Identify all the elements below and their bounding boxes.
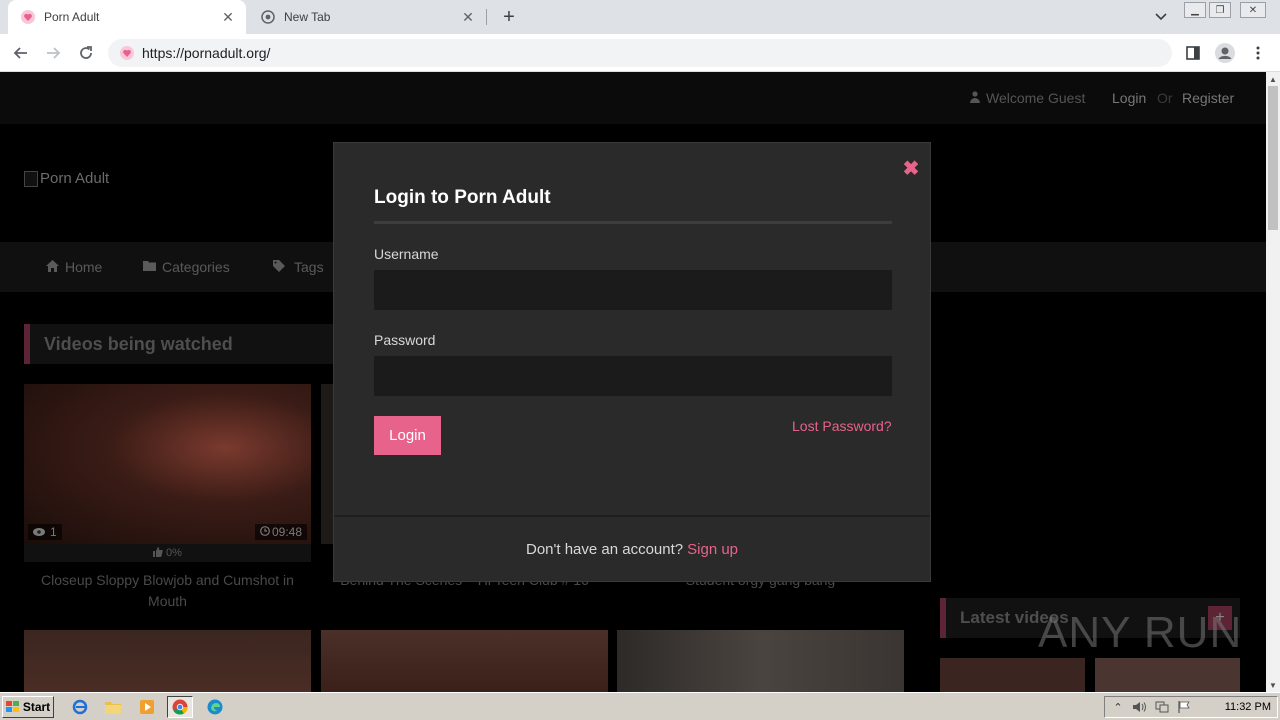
page-scrollbar[interactable]: ▲ ▼ xyxy=(1266,72,1280,692)
signup-prompt: Don't have an account? xyxy=(525,540,684,558)
section-title-videos-watched: Videos being watched xyxy=(24,324,344,364)
anyrun-watermark: ANY RUN xyxy=(1038,608,1242,658)
tab-separator xyxy=(486,9,487,25)
video-rating: 0% xyxy=(24,544,311,562)
start-label: Start xyxy=(22,700,51,714)
rating-value: 0% xyxy=(166,547,182,559)
nav-label: Home xyxy=(65,259,103,275)
reload-button[interactable] xyxy=(73,40,99,66)
internet-explorer-icon[interactable] xyxy=(70,697,90,717)
username-label: Username xyxy=(374,246,439,262)
modal-footer: Don't have an account? Sign up xyxy=(334,515,930,581)
forward-button[interactable] xyxy=(40,40,66,66)
windows-taskbar: Start ⌃ 11:32 PM xyxy=(0,692,1280,720)
video-title[interactable]: Closeup Sloppy Blowjob and Cumshot in Mo… xyxy=(24,570,311,612)
broken-image-icon xyxy=(24,170,38,187)
user-icon xyxy=(970,90,980,106)
system-tray: ⌃ 11:32 PM xyxy=(1104,696,1278,718)
restore-button[interactable]: ❐ xyxy=(1209,2,1231,18)
welcome-label: Welcome Guest xyxy=(986,90,1086,106)
browser-toolbar: https://pornadult.org/ xyxy=(0,34,1280,72)
scroll-down-arrow-icon[interactable]: ▼ xyxy=(1266,678,1280,692)
video-thumbnail[interactable] xyxy=(1095,658,1240,692)
signup-link[interactable]: Sign up xyxy=(687,541,738,558)
folder-icon xyxy=(143,260,156,274)
profile-avatar-icon[interactable] xyxy=(1212,40,1238,66)
thumbs-up-icon xyxy=(153,546,163,560)
or-label: Or xyxy=(1157,90,1173,106)
welcome-text: Welcome Guest xyxy=(970,90,1085,106)
clock: 11:32 PM xyxy=(1224,701,1271,713)
duration-value: 09:48 xyxy=(271,525,302,539)
nav-label: Tags xyxy=(294,259,324,275)
flag-notification-icon[interactable] xyxy=(1175,699,1193,715)
site-logo[interactable]: Porn Adult xyxy=(24,170,109,187)
password-label: Password xyxy=(374,332,436,348)
close-window-button[interactable]: ✕ xyxy=(1240,2,1266,18)
site-topbar: Welcome Guest Login Or Register xyxy=(0,72,1266,124)
video-thumbnail[interactable] xyxy=(24,630,311,692)
chrome-taskbar-icon[interactable] xyxy=(167,696,193,718)
login-modal: ✖ Login to Porn Adult Username Password … xyxy=(333,142,931,582)
clock-icon xyxy=(260,525,270,539)
new-tab-button[interactable]: + xyxy=(498,6,520,28)
views-value: 1 xyxy=(50,525,57,539)
view-count: 1 xyxy=(28,524,62,540)
side-panel-icon[interactable] xyxy=(1180,40,1206,66)
tab-search-chevron-icon[interactable] xyxy=(1151,7,1171,27)
video-thumbnail[interactable] xyxy=(617,630,904,692)
tray-expand-icon[interactable]: ⌃ xyxy=(1109,699,1127,715)
tags-icon xyxy=(273,259,288,275)
web-page: Welcome Guest Login Or Register Porn Adu… xyxy=(0,72,1266,692)
close-icon[interactable]: ✖ xyxy=(902,158,920,180)
modal-title: Login to Porn Adult xyxy=(374,187,551,208)
scrollbar-thumb[interactable] xyxy=(1268,86,1278,230)
nav-item-home[interactable]: Home xyxy=(46,259,102,275)
media-player-icon[interactable] xyxy=(137,697,157,717)
chrome-favicon-icon xyxy=(260,9,276,25)
video-thumbnail[interactable] xyxy=(321,630,608,692)
thumbnail-image xyxy=(24,384,311,544)
login-button[interactable]: Login xyxy=(374,416,441,455)
network-icon[interactable] xyxy=(1153,699,1171,715)
menu-kebab-icon[interactable] xyxy=(1245,40,1271,66)
file-explorer-icon[interactable] xyxy=(103,697,123,717)
eye-icon xyxy=(33,525,45,539)
volume-icon[interactable] xyxy=(1131,699,1149,715)
tab-new-tab[interactable]: New Tab ✕ xyxy=(248,0,486,34)
home-icon xyxy=(46,259,59,275)
tab-porn-adult[interactable]: Porn Adult ✕ xyxy=(8,0,246,34)
tab-close-icon[interactable]: ✕ xyxy=(218,7,238,27)
section-title-text: Videos being watched xyxy=(44,334,233,354)
nav-item-categories[interactable]: Categories xyxy=(143,259,230,275)
edge-icon[interactable] xyxy=(205,697,225,717)
minimize-button[interactable]: ▁ xyxy=(1184,2,1206,18)
register-link[interactable]: Register xyxy=(1182,90,1234,106)
lost-password-link[interactable]: Lost Password? xyxy=(792,418,892,434)
url-text: https://pornadult.org/ xyxy=(142,45,271,61)
video-duration: 09:48 xyxy=(254,524,307,540)
video-thumbnail[interactable]: 1 09:48 xyxy=(24,384,311,544)
windows-logo-icon xyxy=(5,701,20,713)
back-button[interactable] xyxy=(8,40,34,66)
nav-label: Categories xyxy=(162,259,230,275)
tab-close-icon[interactable]: ✕ xyxy=(458,7,478,27)
watermark-text: ANY RUN xyxy=(1038,608,1243,657)
tab-title: New Tab xyxy=(284,10,331,24)
heart-site-icon xyxy=(120,46,134,60)
nav-item-tags[interactable]: Tags xyxy=(273,259,324,275)
heart-favicon-icon xyxy=(20,9,36,25)
video-thumbnail[interactable] xyxy=(940,658,1085,692)
password-input[interactable] xyxy=(374,356,892,396)
browser-tabstrip: Porn Adult ✕ New Tab ✕ + ▁ ❐ ✕ xyxy=(0,0,1280,34)
username-input[interactable] xyxy=(374,270,892,310)
start-button[interactable]: Start xyxy=(2,696,54,718)
tab-title: Porn Adult xyxy=(44,10,100,24)
scroll-up-arrow-icon[interactable]: ▲ xyxy=(1266,72,1280,86)
address-bar[interactable]: https://pornadult.org/ xyxy=(108,39,1172,67)
logo-alt-text: Porn Adult xyxy=(40,170,110,187)
login-link[interactable]: Login xyxy=(1112,90,1146,106)
modal-divider xyxy=(374,221,892,224)
